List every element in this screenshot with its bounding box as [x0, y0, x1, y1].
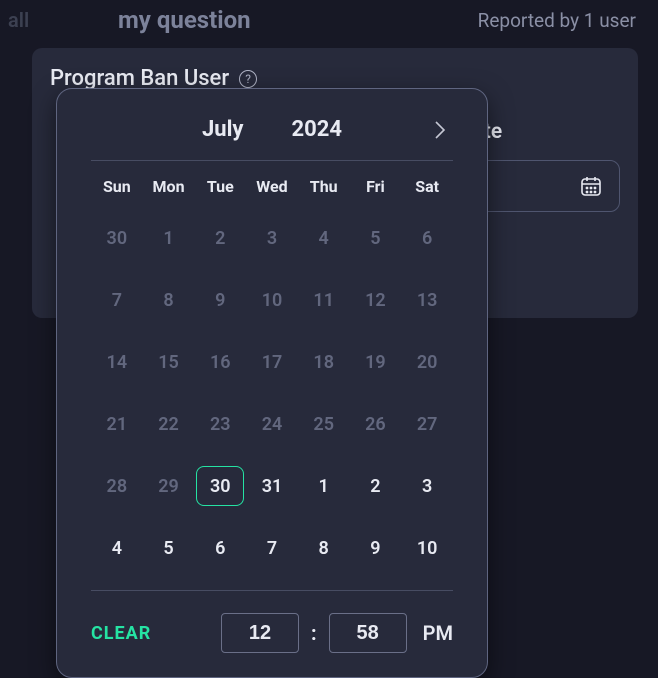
- day-of-week-header: Thu: [298, 177, 350, 196]
- day-of-week-header: Mon: [143, 177, 195, 196]
- calendar-day[interactable]: 22: [145, 404, 193, 444]
- calendar-day[interactable]: 5: [145, 528, 193, 568]
- datepicker-time-row: CLEAR : PM: [91, 590, 453, 653]
- day-of-week-header: Sat: [401, 177, 453, 196]
- datepicker-header: July 2024: [91, 117, 453, 161]
- calendar-day[interactable]: 1: [145, 218, 193, 258]
- datepicker-grid: SunMonTueWedThuFriSat3012345678910111213…: [91, 177, 453, 568]
- next-month-button[interactable]: [433, 119, 447, 145]
- calendar-day[interactable]: 30: [93, 218, 141, 258]
- calendar-day[interactable]: 4: [300, 218, 348, 258]
- calendar-day[interactable]: 29: [145, 466, 193, 506]
- calendar-day[interactable]: 10: [248, 280, 296, 320]
- calendar-day[interactable]: 5: [351, 218, 399, 258]
- calendar-day[interactable]: 21: [93, 404, 141, 444]
- calendar-day[interactable]: 6: [196, 528, 244, 568]
- ampm-toggle[interactable]: PM: [423, 621, 453, 645]
- calendar-day[interactable]: 16: [196, 342, 244, 382]
- calendar-day[interactable]: 3: [403, 466, 451, 506]
- calendar-day[interactable]: 20: [403, 342, 451, 382]
- calendar-day[interactable]: 17: [248, 342, 296, 382]
- calendar-day[interactable]: 9: [351, 528, 399, 568]
- header-row: all my question Reported by 1 user: [0, 0, 658, 36]
- calendar-day[interactable]: 15: [145, 342, 193, 382]
- calendar-day[interactable]: 30: [196, 466, 244, 506]
- calendar-day[interactable]: 28: [93, 466, 141, 506]
- scope-fragment: all: [8, 8, 88, 32]
- calendar-day[interactable]: 6: [403, 218, 451, 258]
- datepicker-month[interactable]: July: [202, 117, 244, 142]
- calendar-day[interactable]: 19: [351, 342, 399, 382]
- calendar-day[interactable]: 11: [300, 280, 348, 320]
- calendar-day[interactable]: 4: [93, 528, 141, 568]
- calendar-day[interactable]: 2: [196, 218, 244, 258]
- calendar-day[interactable]: 24: [248, 404, 296, 444]
- calendar-day[interactable]: 26: [351, 404, 399, 444]
- calendar-day[interactable]: 27: [403, 404, 451, 444]
- minute-input[interactable]: [329, 613, 407, 653]
- day-of-week-header: Fri: [350, 177, 402, 196]
- day-of-week-header: Wed: [246, 177, 298, 196]
- calendar-day[interactable]: 14: [93, 342, 141, 382]
- calendar-day[interactable]: 10: [403, 528, 451, 568]
- calendar-day[interactable]: 23: [196, 404, 244, 444]
- time-colon: :: [311, 621, 317, 645]
- clear-button[interactable]: CLEAR: [91, 623, 151, 644]
- calendar-day[interactable]: 7: [248, 528, 296, 568]
- calendar-day[interactable]: 13: [403, 280, 451, 320]
- day-of-week-header: Tue: [194, 177, 246, 196]
- page-title: my question: [88, 6, 478, 34]
- reported-by: Reported by 1 user: [478, 9, 636, 32]
- hour-input[interactable]: [221, 613, 299, 653]
- calendar-day[interactable]: 9: [196, 280, 244, 320]
- calendar-day[interactable]: 3: [248, 218, 296, 258]
- calendar-day[interactable]: 31: [248, 466, 296, 506]
- calendar-day[interactable]: 1: [300, 466, 348, 506]
- calendar-day[interactable]: 2: [351, 466, 399, 506]
- calendar-day[interactable]: 8: [145, 280, 193, 320]
- calendar-day[interactable]: 8: [300, 528, 348, 568]
- help-icon[interactable]: ?: [239, 70, 257, 88]
- day-of-week-header: Sun: [91, 177, 143, 196]
- datepicker-year[interactable]: 2024: [292, 117, 343, 142]
- calendar-day[interactable]: 7: [93, 280, 141, 320]
- calendar-day[interactable]: 25: [300, 404, 348, 444]
- datepicker-popup: July 2024 SunMonTueWedThuFriSat301234567…: [56, 88, 488, 678]
- calendar-icon: [579, 174, 603, 198]
- calendar-day[interactable]: 12: [351, 280, 399, 320]
- calendar-day[interactable]: 18: [300, 342, 348, 382]
